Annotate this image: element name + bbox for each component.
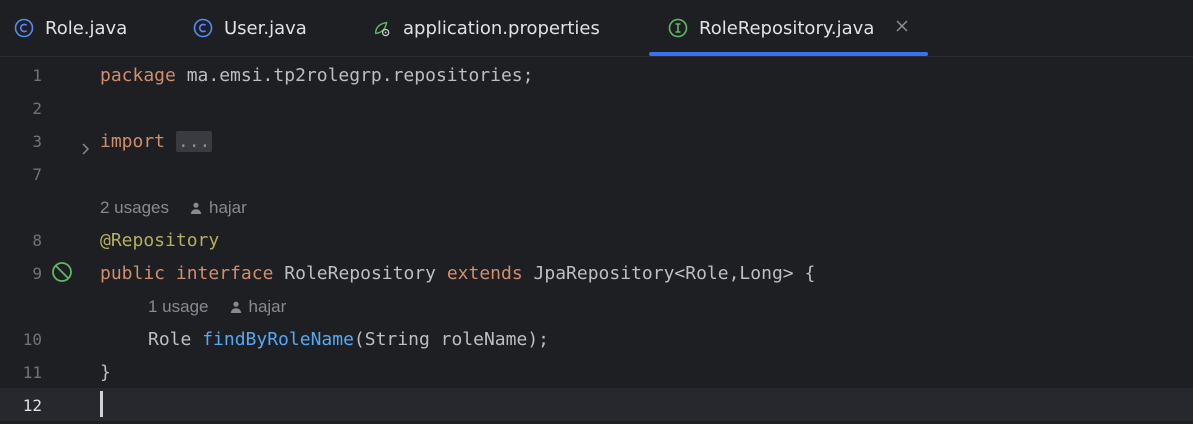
active-tab-indicator xyxy=(649,52,928,56)
line-number: 11 xyxy=(22,363,42,382)
return-type: Role xyxy=(148,329,192,350)
usages-count[interactable]: 1 usage xyxy=(148,290,209,323)
author-name[interactable]: hajar xyxy=(209,191,247,224)
method-name: findByRoleName xyxy=(202,329,354,350)
method-usages-hint[interactable]: 1 usage hajar xyxy=(148,290,286,323)
method-params: (String roleName); xyxy=(353,329,549,350)
class-icon xyxy=(193,18,213,38)
keyword: interface xyxy=(175,263,274,284)
editor-tab-bar: Role.java User.java application.properti… xyxy=(0,0,1193,57)
keyword: public xyxy=(100,263,166,284)
keyword: extends xyxy=(446,263,523,284)
supertype: JpaRepository<Role,Long> { xyxy=(533,263,816,284)
person-icon xyxy=(229,300,243,314)
class-usages-hint[interactable]: 2 usages hajar xyxy=(100,191,247,224)
tab-rolerepository-java[interactable]: RoleRepository.java xyxy=(668,0,874,56)
text-cursor xyxy=(100,391,103,417)
fold-chevron-icon[interactable] xyxy=(80,141,92,155)
line-number: 7 xyxy=(32,165,42,184)
code-line-1: package ma.emsi.tp2rolegrp.repositories; xyxy=(100,59,533,92)
code-line-10: Role findByRoleName(String roleName); xyxy=(148,323,549,356)
code-line-8: @Repository xyxy=(100,230,220,251)
line-number: 3 xyxy=(32,132,42,151)
keyword: import xyxy=(100,131,166,152)
spring-properties-icon xyxy=(372,18,392,38)
close-tab-icon[interactable] xyxy=(895,16,913,36)
tab-application-properties[interactable]: application.properties xyxy=(372,0,600,56)
author-name[interactable]: hajar xyxy=(249,290,287,323)
line-number: 9 xyxy=(32,264,42,283)
interface-icon xyxy=(668,18,688,38)
current-line-highlight xyxy=(0,388,1193,421)
tab-label: RoleRepository.java xyxy=(699,17,875,39)
line-number: 2 xyxy=(32,99,42,118)
usages-count[interactable]: 2 usages xyxy=(100,191,169,224)
person-icon xyxy=(189,201,203,215)
line-number: 8 xyxy=(32,231,42,250)
line-number: 12 xyxy=(22,396,42,415)
tab-role-java[interactable]: Role.java xyxy=(14,0,127,56)
tab-label: User.java xyxy=(224,17,307,39)
code-line-9: public interface RoleRepository extends … xyxy=(100,257,815,290)
package-name: ma.emsi.tp2rolegrp.repositories; xyxy=(175,65,534,86)
spring-data-repository-icon[interactable] xyxy=(50,260,74,284)
code-line-3: import ... xyxy=(100,125,213,158)
tab-user-java[interactable]: User.java xyxy=(193,0,307,56)
folded-imports[interactable]: ... xyxy=(175,131,213,152)
tab-label: Role.java xyxy=(45,17,128,39)
class-icon xyxy=(14,18,34,38)
line-number: 1 xyxy=(32,66,42,85)
line-number: 10 xyxy=(22,330,42,349)
keyword: package xyxy=(100,65,176,86)
interface-name: RoleRepository xyxy=(284,263,436,284)
tab-label: application.properties xyxy=(403,17,600,39)
code-line-11: } xyxy=(100,362,111,383)
